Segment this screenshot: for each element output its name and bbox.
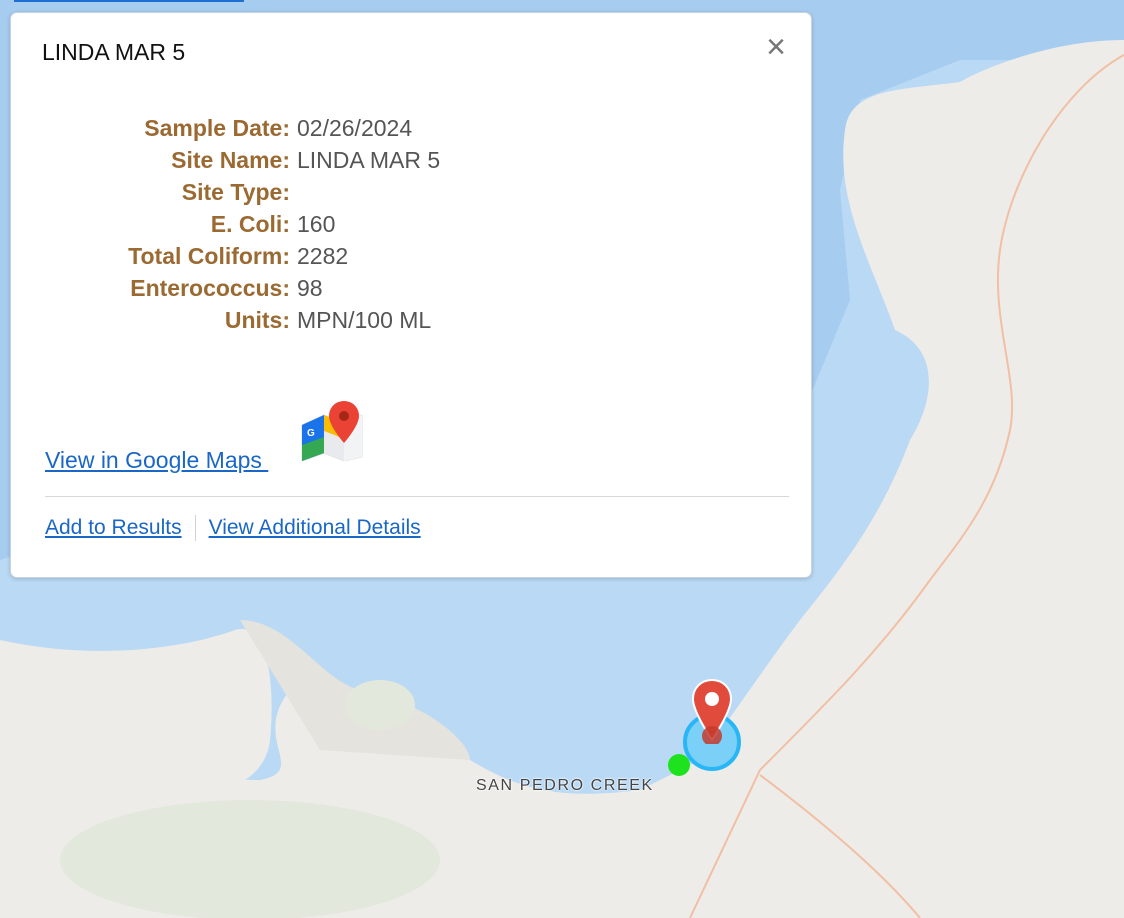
- attribute-row: Enterococcus: 98: [43, 272, 440, 304]
- vegetation-patch: [345, 680, 415, 730]
- attribute-row: Units: MPN/100 ML: [43, 304, 440, 336]
- divider: [45, 496, 789, 497]
- attribute-row: Site Type:: [43, 176, 440, 208]
- place-label: SAN PEDRO CREEK: [476, 777, 654, 794]
- close-icon[interactable]: ×: [763, 30, 789, 64]
- attribute-value: 02/26/2024: [297, 115, 413, 141]
- attribute-label: Enterococcus:: [130, 275, 290, 301]
- attribute-label: Site Name:: [171, 147, 290, 173]
- attribute-label: E. Coli:: [210, 211, 290, 237]
- add-to-results-link[interactable]: Add to Results: [45, 516, 182, 540]
- attribute-label: Sample Date:: [144, 115, 290, 141]
- feature-popup: LINDA MAR 5 × Sample Date: 02/26/2024 Si…: [10, 12, 812, 578]
- action-separator: [194, 515, 196, 541]
- view-in-google-maps-link[interactable]: View in Google Maps: [45, 447, 268, 474]
- svg-text:G: G: [307, 428, 315, 439]
- popup-title: LINDA MAR 5: [42, 39, 186, 65]
- attribute-row: Sample Date: 02/26/2024: [43, 112, 440, 144]
- attribute-row: Site Name: LINDA MAR 5: [43, 144, 440, 176]
- attribute-label: Total Coliform:: [128, 243, 290, 269]
- attribute-value: LINDA MAR 5: [297, 147, 441, 173]
- attribute-value: 160: [297, 211, 336, 237]
- view-additional-details-link[interactable]: View Additional Details: [209, 516, 421, 540]
- attribute-label: Site Type:: [181, 179, 290, 205]
- vegetation-patch: [60, 800, 440, 918]
- attribute-row: E. Coli: 160: [43, 208, 440, 240]
- attribute-row: Total Coliform: 2282: [43, 240, 440, 272]
- attribute-value: 2282: [297, 243, 349, 269]
- map-pin-icon[interactable]: [690, 678, 734, 744]
- attribute-value: 98: [297, 275, 323, 301]
- popup-actions: Add to Results View Additional Details: [45, 515, 421, 541]
- top-bar-sliver: [14, 0, 244, 2]
- attribute-table: Sample Date: 02/26/2024 Site Name: LINDA…: [43, 112, 440, 336]
- attribute-label: Units:: [224, 307, 290, 333]
- attribute-value: MPN/100 ML: [297, 307, 432, 333]
- google-maps-icon[interactable]: G: [300, 401, 364, 461]
